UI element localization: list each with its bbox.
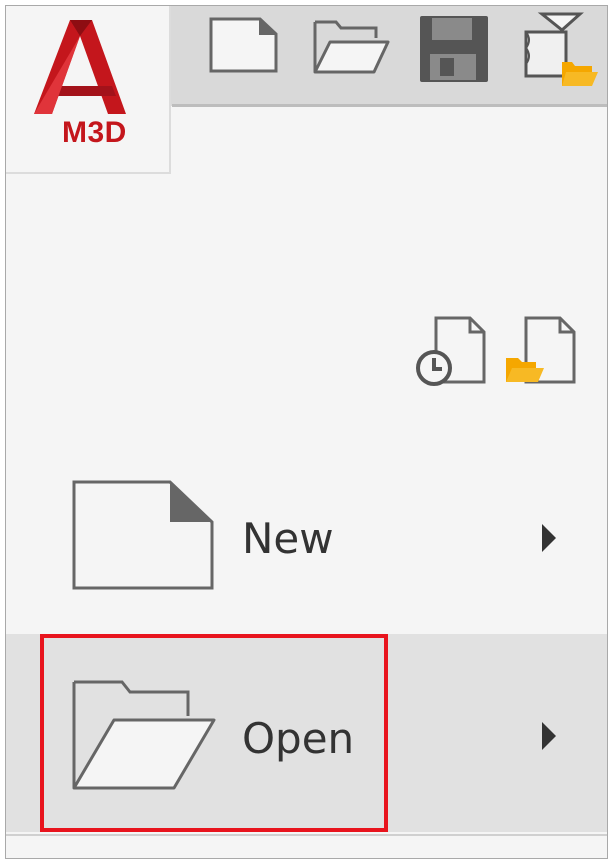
chevron-right-icon[interactable] bbox=[540, 720, 558, 752]
open-documents-icon[interactable] bbox=[504, 316, 580, 386]
new-document-icon bbox=[72, 480, 214, 590]
menu-item-label: New bbox=[242, 514, 334, 563]
application-menu: M3D New Open bbox=[5, 5, 608, 859]
new-document-icon[interactable] bbox=[208, 14, 280, 76]
save-icon[interactable] bbox=[418, 14, 490, 84]
autocad-logo-icon bbox=[34, 20, 126, 114]
application-button[interactable]: M3D bbox=[6, 6, 171, 174]
toolbar-divider bbox=[172, 104, 607, 107]
recent-documents-icon[interactable] bbox=[414, 316, 490, 386]
divider bbox=[6, 834, 607, 836]
highlight-box bbox=[40, 634, 388, 832]
chevron-right-icon[interactable] bbox=[540, 522, 558, 554]
app-badge: M3D bbox=[62, 116, 127, 149]
open-from-web-icon[interactable] bbox=[522, 10, 600, 90]
open-folder-icon[interactable] bbox=[312, 14, 390, 76]
menu-item-new[interactable]: New bbox=[6, 436, 607, 634]
